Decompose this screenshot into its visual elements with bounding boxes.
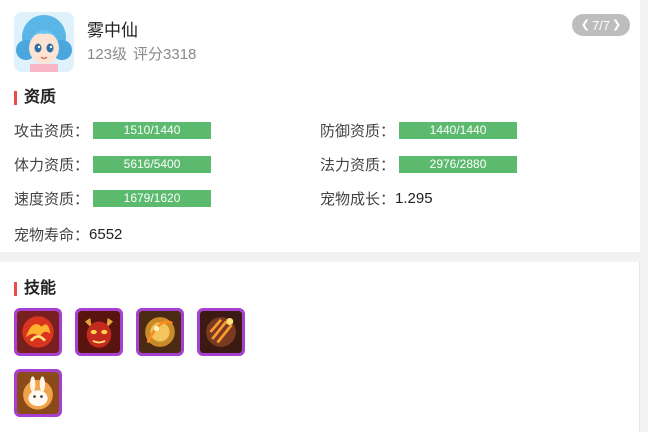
- stamina-aptitude-label: 体力资质：: [14, 156, 90, 174]
- skills-section-title: 技能: [14, 280, 56, 298]
- pet-lifespan-label: 宠物寿命：: [14, 226, 90, 244]
- pet-growth-label: 宠物成长：: [320, 190, 396, 208]
- defense-aptitude-bar: 1440/1440: [399, 121, 518, 139]
- fairy-avatar-icon: [14, 12, 74, 72]
- pet-name: 雾中仙: [87, 21, 138, 40]
- attack-aptitude-bar: 1510/1440: [93, 121, 212, 139]
- aptitude-section-title: 资质: [14, 89, 56, 107]
- skills-card: 技能: [0, 262, 640, 432]
- magic-aptitude-row: 法力资质： 2976/2880: [320, 153, 518, 175]
- pet-header: 雾中仙 123级 评分3318 ❮ 7/7 ❯: [14, 12, 630, 76]
- pet-growth-value: 1.295: [395, 189, 433, 207]
- speed-aptitude-row: 速度资质： 1679/1620: [14, 187, 212, 209]
- pet-growth-row: 宠物成长： 1.295: [320, 187, 433, 209]
- stamina-aptitude-row: 体力资质： 5616/5400: [14, 153, 212, 175]
- pet-info-card: 雾中仙 123级 评分3318 ❮ 7/7 ❯ 资质 攻击资质： 1510/144…: [0, 0, 640, 258]
- stamina-aptitude-bar: 5616/5400: [93, 155, 212, 173]
- chevron-left-icon[interactable]: ❮: [581, 19, 590, 31]
- pet-score: 评分3318: [133, 46, 197, 63]
- phoenix-fire-skill-icon[interactable]: [14, 308, 62, 356]
- pet-level-score: 123级 评分3318: [87, 43, 196, 64]
- defense-aptitude-label: 防御资质：: [320, 122, 396, 140]
- defense-aptitude-row: 防御资质： 1440/1440: [320, 119, 518, 141]
- magic-aptitude-bar: 2976/2880: [399, 155, 518, 173]
- magic-aptitude-label: 法力资质：: [320, 156, 396, 174]
- pet-level: 123级: [87, 46, 128, 63]
- pet-lifespan-row: 宠物寿命： 6552: [14, 223, 122, 245]
- demon-mask-skill-icon[interactable]: [75, 308, 123, 356]
- pet-pager[interactable]: ❮ 7/7 ❯: [572, 14, 630, 36]
- fire-claw-skill-icon[interactable]: [197, 308, 245, 356]
- attack-aptitude-label: 攻击资质：: [14, 122, 90, 140]
- golden-orb-skill-icon[interactable]: [136, 308, 184, 356]
- speed-aptitude-label: 速度资质：: [14, 190, 90, 208]
- chevron-right-icon[interactable]: ❯: [612, 19, 621, 31]
- pet-lifespan-value: 6552: [89, 225, 123, 243]
- pet-avatar: [14, 12, 74, 72]
- rabbit-skill-icon[interactable]: [14, 369, 62, 417]
- speed-aptitude-bar: 1679/1620: [93, 189, 212, 207]
- attack-aptitude-row: 攻击资质： 1510/1440: [14, 119, 212, 141]
- pager-text: 7/7: [591, 17, 611, 33]
